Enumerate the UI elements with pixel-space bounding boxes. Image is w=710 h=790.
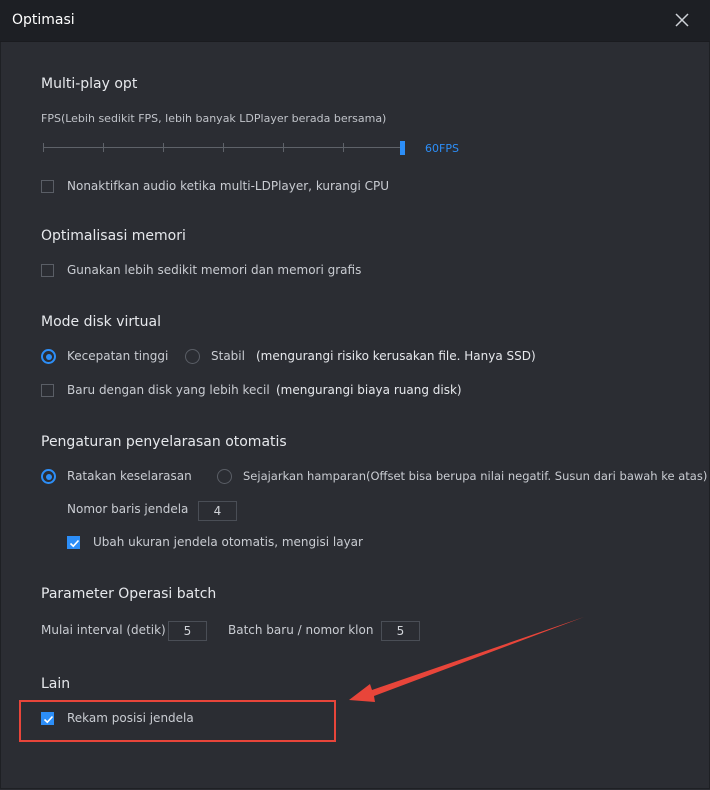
slider-tick <box>43 143 44 152</box>
slider-tick <box>343 143 344 152</box>
slider-tick <box>163 143 164 152</box>
radio-flatten-label[interactable]: Ratakan keselarasan <box>67 469 192 483</box>
clone-input[interactable]: 5 <box>381 621 420 641</box>
section-heading-memory: Optimalisasi memori <box>41 228 186 244</box>
interval-label: Mulai interval (detik) <box>41 623 166 637</box>
clone-label: Batch baru / nomor klon <box>228 623 374 637</box>
rows-input[interactable]: 4 <box>198 501 237 521</box>
window-title: Optimasi <box>12 12 75 28</box>
section-heading-arrange: Pengaturan penyelarasan otomatis <box>41 434 287 450</box>
fps-value: 60FPS <box>425 142 459 155</box>
settings-panel <box>0 42 710 789</box>
radio-tile[interactable] <box>217 469 232 484</box>
radio-high-speed-label[interactable]: Kecepatan tinggi <box>67 349 168 363</box>
disable-audio-checkbox[interactable] <box>41 180 54 193</box>
autosize-label[interactable]: Ubah ukuran jendela otomatis, mengisi la… <box>93 535 363 549</box>
section-heading-other: Lain <box>41 676 71 692</box>
section-heading-batch: Parameter Operasi batch <box>41 586 217 602</box>
radio-stable[interactable] <box>185 349 200 364</box>
slider-tick <box>103 143 104 152</box>
annotation-highlight-box <box>19 700 336 742</box>
less-memory-checkbox[interactable] <box>41 264 54 277</box>
small-disk-label[interactable]: Baru dengan disk yang lebih kecil <box>67 383 270 397</box>
small-disk-note: (mengurangi biaya ruang disk) <box>276 383 462 397</box>
disable-audio-label[interactable]: Nonaktifkan audio ketika multi-LDPlayer,… <box>67 179 389 193</box>
radio-flatten[interactable] <box>41 469 56 484</box>
radio-tile-label[interactable]: Sejajarkan hamparan(Offset bisa berupa n… <box>243 469 707 483</box>
check-icon <box>69 539 80 548</box>
section-heading-multiplay: Multi-play opt <box>41 76 138 92</box>
stable-note: (mengurangi risiko kerusakan file. Hanya… <box>256 349 536 363</box>
title-bar: Optimasi <box>0 0 710 42</box>
radio-stable-label[interactable]: Stabil <box>211 349 245 363</box>
autosize-checkbox[interactable] <box>67 536 80 549</box>
radio-high-speed[interactable] <box>41 349 56 364</box>
fps-slider-track[interactable] <box>43 147 401 148</box>
rows-label: Nomor baris jendela <box>67 502 189 516</box>
fps-label: FPS(Lebih sedikit FPS, lebih banyak LDPl… <box>41 112 387 125</box>
less-memory-label[interactable]: Gunakan lebih sedikit memori dan memori … <box>67 263 361 277</box>
close-icon[interactable] <box>672 10 692 30</box>
fps-slider-thumb[interactable] <box>400 141 405 155</box>
slider-tick <box>283 143 284 152</box>
slider-tick <box>223 143 224 152</box>
section-heading-disk: Mode disk virtual <box>41 314 161 330</box>
small-disk-checkbox[interactable] <box>41 384 54 397</box>
interval-input[interactable]: 5 <box>168 621 207 641</box>
